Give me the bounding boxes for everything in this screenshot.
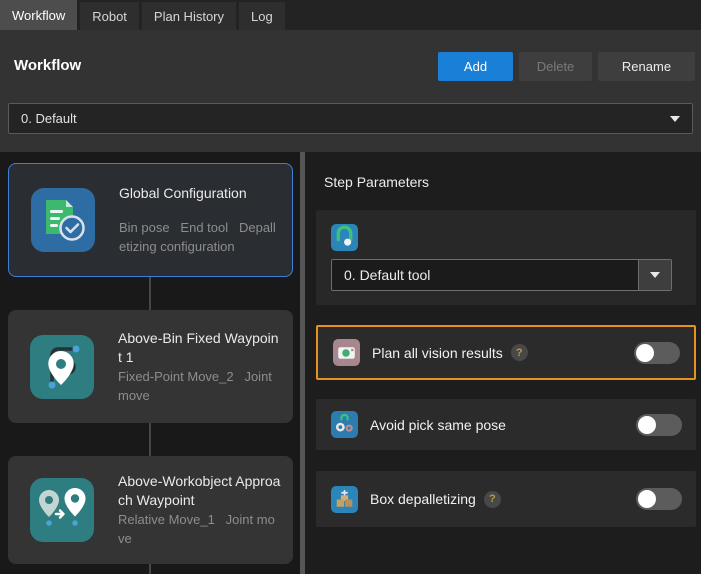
tab-log[interactable]: Log <box>239 2 285 30</box>
main-tabbar: Workflow Robot Plan History Log <box>0 0 701 30</box>
help-icon[interactable]: ? <box>511 344 528 361</box>
workflow-step-list: Global Configuration Bin pose End tool D… <box>0 152 300 574</box>
page-title: Workflow <box>14 57 81 74</box>
vision-camera-icon <box>333 339 360 366</box>
param-row-avoid-pick-same-pose: Avoid pick same pose <box>316 399 696 450</box>
dropdown-arrow-box <box>638 260 671 290</box>
param-row-box-depalletizing: Box depalletizing ? <box>316 471 696 527</box>
step-subtitle: Fixed-Point Move_2 Joint move <box>118 367 281 405</box>
rename-button[interactable]: Rename <box>598 52 695 81</box>
step-card-global-configuration[interactable]: Global Configuration Bin pose End tool D… <box>8 163 293 277</box>
end-tool-icon <box>331 224 358 251</box>
workflow-dropdown-value: 0. Default <box>21 111 77 126</box>
tab-workflow-label: Workflow <box>12 8 65 23</box>
tab-workflow[interactable]: Workflow <box>0 0 77 30</box>
help-icon[interactable]: ? <box>484 491 501 508</box>
end-tool-dropdown[interactable]: 0. Default tool <box>331 259 672 291</box>
fixed-point-waypoint-icon <box>30 335 94 399</box>
end-tool-dropdown-value: 0. Default tool <box>344 267 430 283</box>
end-tool-group: 0. Default tool <box>316 210 696 305</box>
tab-plan-history[interactable]: Plan History <box>142 2 236 30</box>
global-configuration-icon <box>31 188 95 252</box>
step-parameters-title: Step Parameters <box>324 174 429 190</box>
step-card-text: Above-Bin Fixed Waypoint 1 Fixed-Point M… <box>118 329 281 405</box>
top-section: Workflow Robot Plan History Log Workflow… <box>0 0 701 152</box>
step-card-above-bin-fixed-waypoint[interactable]: Above-Bin Fixed Waypoint 1 Fixed-Point M… <box>8 310 293 423</box>
param-label: Box depalletizing <box>370 491 476 507</box>
delete-button[interactable]: Delete <box>519 52 592 81</box>
step-title: Global Configuration <box>119 184 280 203</box>
chevron-down-icon <box>650 272 660 278</box>
avoid-pose-gears-icon <box>331 411 358 438</box>
avoid-pick-same-pose-toggle[interactable] <box>636 414 682 436</box>
workflow-actions: Add Delete Rename <box>438 52 695 81</box>
toggle-knob <box>638 416 656 434</box>
add-button[interactable]: Add <box>438 52 513 81</box>
tab-plan-history-label: Plan History <box>154 9 224 24</box>
tab-log-label: Log <box>251 9 273 24</box>
box-depalletizing-icon <box>331 486 358 513</box>
tab-robot[interactable]: Robot <box>80 2 139 30</box>
step-subtitle: Relative Move_1 Joint move <box>118 510 281 548</box>
workflow-dropdown[interactable]: 0. Default <box>8 103 693 134</box>
step-subtitle: Bin pose End tool Depalletizing configur… <box>119 218 280 256</box>
step-title: Above-Bin Fixed Waypoint 1 <box>118 329 281 367</box>
tab-robot-label: Robot <box>92 9 127 24</box>
step-parameters-panel: Step Parameters 0. Default tool Plan all… <box>305 152 701 574</box>
step-card-text: Global Configuration Bin pose End tool D… <box>119 184 280 256</box>
step-title: Above-Workobject Approach Waypoint <box>118 472 281 510</box>
relative-move-waypoint-icon <box>30 478 94 542</box>
step-card-above-workobject-approach-waypoint[interactable]: Above-Workobject Approach Waypoint Relat… <box>8 456 293 564</box>
box-depalletizing-toggle[interactable] <box>636 488 682 510</box>
toggle-knob <box>636 344 654 362</box>
param-label: Plan all vision results <box>372 345 503 361</box>
step-card-text: Above-Workobject Approach Waypoint Relat… <box>118 472 281 548</box>
param-row-plan-all-vision-results: Plan all vision results ? <box>316 325 696 380</box>
plan-all-vision-results-toggle[interactable] <box>634 342 680 364</box>
chevron-down-icon <box>670 116 680 122</box>
toggle-knob <box>638 490 656 508</box>
param-label: Avoid pick same pose <box>370 417 506 433</box>
